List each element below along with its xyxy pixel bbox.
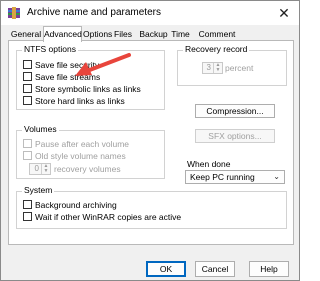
chevron-down-icon: ⌄ — [273, 172, 280, 181]
background-archiving-checkbox[interactable] — [23, 200, 32, 209]
store-hard-links-label: Store hard links as links — [35, 95, 125, 106]
cancel-button[interactable]: Cancel — [195, 261, 235, 277]
volumes-title: Volumes — [22, 124, 59, 134]
store-symbolic-links-option[interactable]: Store symbolic links as links — [23, 83, 141, 94]
recovery-volumes-suffix: recovery volumes — [54, 164, 121, 174]
recovery-percent-value: 3 — [206, 63, 211, 72]
when-done-value: Keep PC running — [190, 172, 255, 182]
help-button[interactable]: Help — [249, 261, 289, 277]
volumes-group: Volumes Pause after each volume Old styl… — [16, 124, 165, 179]
spinner-arrows-icon[interactable]: ▲ ▼ — [41, 164, 50, 174]
save-file-security-checkbox[interactable] — [23, 60, 32, 69]
winrar-archive-icon — [8, 7, 20, 19]
close-button[interactable]: ✕ — [275, 4, 293, 22]
background-archiving-label: Background archiving — [35, 199, 117, 210]
wait-other-copies-option[interactable]: Wait if other WinRAR copies are active — [23, 211, 181, 222]
store-symbolic-links-label: Store symbolic links as links — [35, 83, 141, 94]
spinner-arrows-icon[interactable]: ▲ ▼ — [213, 63, 222, 73]
ntfs-options-title: NTFS options — [22, 44, 78, 54]
recovery-percent-suffix: percent — [225, 63, 254, 73]
compression-button[interactable]: Compression... — [195, 104, 275, 118]
store-hard-links-checkbox[interactable] — [23, 96, 32, 105]
recovery-volumes-spinner[interactable]: 0 ▲ ▼ — [29, 163, 51, 175]
recovery-record-group: Recovery record 3 ▲ ▼ percent — [177, 44, 287, 86]
ok-button[interactable]: OK — [146, 261, 186, 277]
save-file-streams-checkbox[interactable] — [23, 72, 32, 81]
background-archiving-option[interactable]: Background archiving — [23, 199, 117, 210]
pause-after-volume-option[interactable]: Pause after each volume — [23, 138, 129, 149]
recovery-volumes-value: 0 — [34, 164, 39, 173]
pause-after-volume-label: Pause after each volume — [35, 138, 130, 149]
wait-other-copies-checkbox[interactable] — [23, 212, 32, 221]
tab-advanced[interactable]: Advanced — [43, 26, 82, 42]
close-icon: ✕ — [278, 5, 290, 21]
window-title: Archive name and parameters — [27, 7, 161, 18]
advanced-panel: NTFS options Save file security Save fil… — [8, 40, 294, 245]
old-style-names-checkbox[interactable] — [23, 151, 32, 160]
sfx-options-button[interactable]: SFX options... — [195, 129, 275, 143]
recovery-percent-spinner[interactable]: 3 ▲ ▼ — [202, 62, 223, 74]
recovery-record-title: Recovery record — [183, 44, 250, 54]
archive-dialog: Archive name and parameters ✕ General Ad… — [0, 0, 300, 281]
when-done-label: When done — [187, 159, 231, 169]
title-bar: Archive name and parameters ✕ — [1, 1, 299, 25]
system-title: System — [22, 185, 55, 195]
store-symbolic-links-checkbox[interactable] — [23, 84, 32, 93]
when-done-select[interactable]: Keep PC running ⌄ — [185, 170, 285, 184]
old-style-names-option[interactable]: Old style volume names — [23, 150, 126, 161]
pause-after-volume-checkbox[interactable] — [23, 139, 32, 148]
system-group: System Background archiving Wait if othe… — [16, 185, 287, 229]
old-style-names-label: Old style volume names — [35, 150, 126, 161]
red-arrow-icon — [75, 53, 131, 76]
store-hard-links-option[interactable]: Store hard links as links — [23, 95, 125, 106]
tab-strip: General Advanced Options Files Backup Ti… — [9, 26, 293, 42]
wait-other-copies-label: Wait if other WinRAR copies are active — [35, 211, 182, 222]
